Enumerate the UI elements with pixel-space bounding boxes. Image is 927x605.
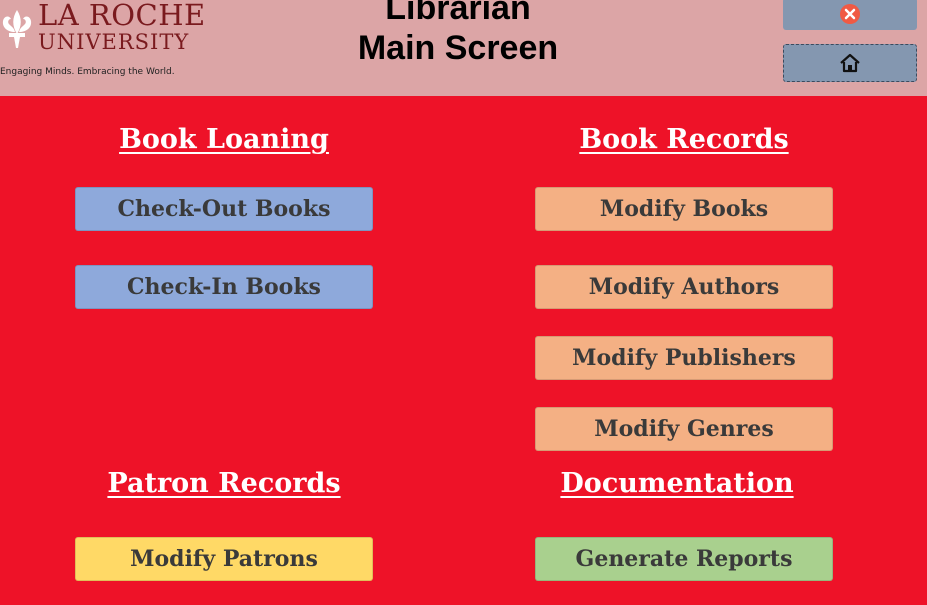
fleur-de-lis-icon [2, 10, 32, 48]
page-title-line1: Librarian [385, 0, 531, 27]
home-button[interactable] [783, 44, 917, 82]
home-icon [840, 53, 860, 73]
close-icon [840, 4, 860, 24]
logo-name-line2: UNIVERSITY [38, 30, 190, 54]
check-in-books-button[interactable]: Check-In Books [75, 265, 373, 309]
modify-books-button[interactable]: Modify Books [535, 187, 833, 231]
generate-reports-button[interactable]: Generate Reports [535, 537, 833, 581]
modify-patrons-button[interactable]: Modify Patrons [75, 537, 373, 581]
header-bar: LA ROCHE UNIVERSITY Engaging Minds. Embr… [0, 0, 927, 96]
check-out-books-button[interactable]: Check-Out Books [75, 187, 373, 231]
section-title-book-records: Book Records [579, 124, 789, 155]
logo-tagline: Engaging Minds. Embracing the World. [0, 67, 175, 77]
modify-authors-button[interactable]: Modify Authors [535, 265, 833, 309]
modify-publishers-button[interactable]: Modify Publishers [535, 336, 833, 380]
logo-name-line1: LA ROCHE [38, 0, 206, 32]
close-button[interactable] [783, 0, 917, 30]
section-title-book-loaning: Book Loaning [119, 124, 329, 155]
university-logo: LA ROCHE UNIVERSITY Engaging Minds. Embr… [0, 0, 260, 96]
modify-genres-button[interactable]: Modify Genres [535, 407, 833, 451]
page-title-line2: Main Screen [357, 29, 559, 67]
section-title-documentation: Documentation [560, 468, 794, 499]
section-title-patron-records: Patron Records [107, 468, 341, 499]
page-title: Librarian Main Screen [300, 0, 616, 68]
